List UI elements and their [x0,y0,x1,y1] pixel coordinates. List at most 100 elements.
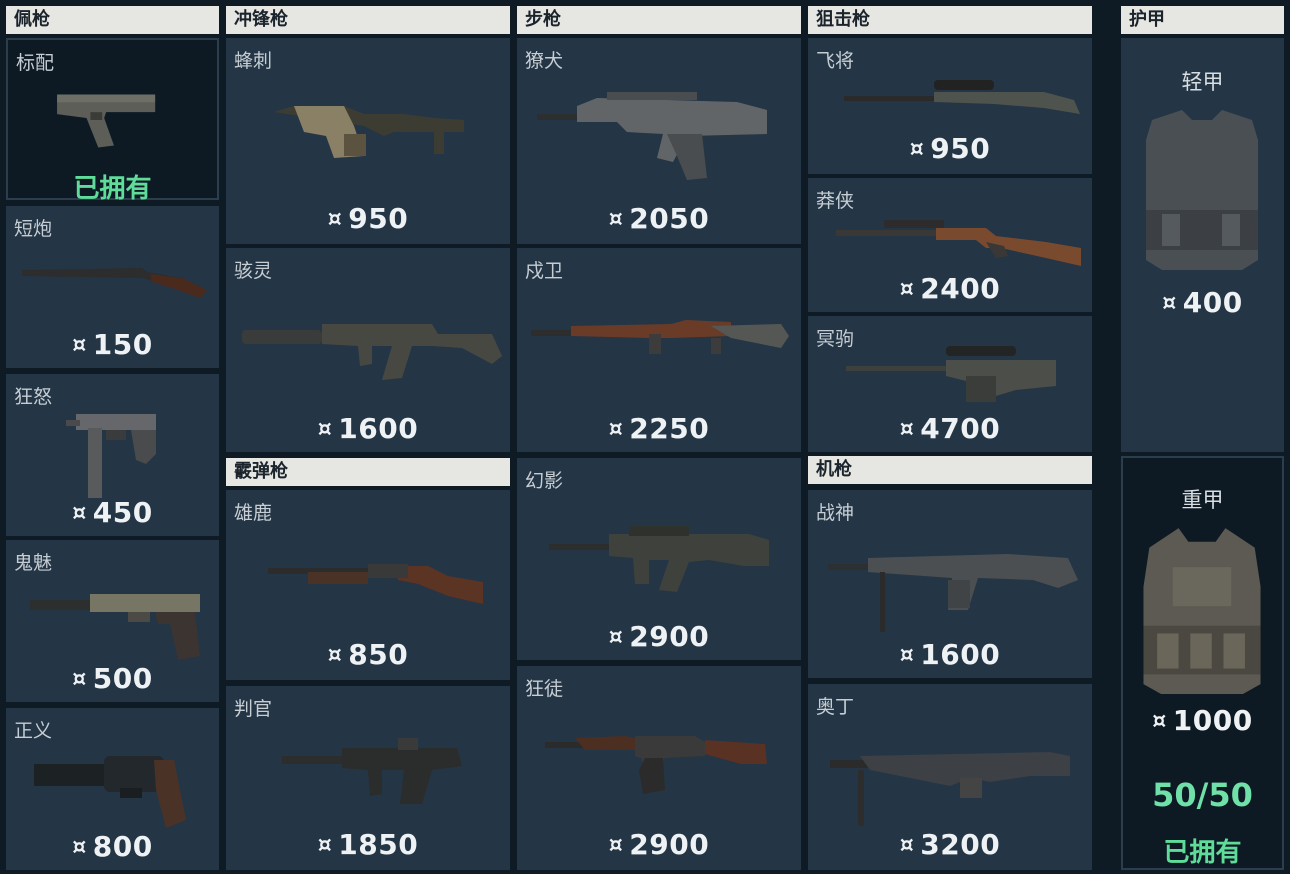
weapon-card-bulldog[interactable]: 獠犬 ¤ 2050 [517,38,801,244]
currency-icon: ¤ [608,625,624,650]
currency-icon: ¤ [72,501,87,526]
scout-sniper-icon [844,80,1080,114]
category-header-rifles: 步枪 [517,6,801,34]
pump-shotgun-icon [268,564,483,604]
weapon-card-sheriff[interactable]: 正义 ¤ 800 [6,708,219,870]
category-header-smg: 冲锋枪 [226,6,510,34]
weapon-name: 标配 [16,52,55,74]
price-label: ¤ 150 [72,328,153,361]
weapon-name: 莽侠 [816,190,855,212]
machine-pistol-icon [66,414,156,498]
weapon-card-bucky[interactable]: 雄鹿 ¤ 850 [226,490,510,680]
weapon-name: 判官 [234,698,273,720]
weapon-card-stinger[interactable]: 蜂刺 ¤ 950 [226,38,510,244]
pistol-icon [57,94,156,148]
price-label: ¤ 500 [72,662,153,695]
currency-icon: ¤ [72,333,87,358]
price-label: ¤ 2900 [608,828,710,861]
currency-icon: ¤ [72,835,87,860]
currency-icon: ¤ [608,833,624,858]
weapon-card-ghost[interactable]: 鬼魅 ¤ 500 [6,540,219,702]
price-label: ¤ 1600 [899,638,1001,671]
armor-name: 轻甲 [1181,70,1224,94]
light-vest-icon [1146,110,1258,270]
currency-icon: ¤ [899,417,915,442]
weapon-name: 戍卫 [525,260,564,282]
weapon-card-ares[interactable]: 战神 ¤ 1600 [808,490,1092,678]
weapon-name: 雄鹿 [234,502,273,524]
lmg-icon [828,554,1078,632]
weapon-name: 骇灵 [234,260,273,282]
weapon-name: 飞将 [816,50,855,72]
price-label: ¤ 1000 [1152,704,1253,737]
weapon-card-outlaw[interactable]: 莽侠 ¤ 2400 [808,178,1092,312]
price-label: ¤ 400 [1162,286,1243,319]
weapon-name: 蜂刺 [234,50,273,72]
heavy-vest-icon [1143,528,1261,694]
category-header-shotguns: 霰弹枪 [226,458,510,486]
currency-icon: ¤ [608,207,624,232]
currency-icon: ¤ [327,643,343,668]
owned-label: 已拥有 [73,174,152,204]
price-label: ¤ 2400 [899,272,1001,305]
price-label: ¤ 2250 [608,412,710,445]
weapon-card-odin[interactable]: 奥丁 ¤ 3200 [808,684,1092,870]
weapon-card-spectre[interactable]: 骇灵 ¤ 1600 [226,248,510,452]
auto-shotgun-icon [282,738,462,804]
price-label: ¤ 450 [72,496,153,529]
category-header-mg: 机枪 [808,456,1092,484]
armor-count: 50/50 [1152,776,1253,814]
armor-card-heavy[interactable]: 重甲 ¤ 1000 50/50 已拥有 [1121,456,1284,870]
currency-icon: ¤ [327,207,343,232]
weapon-card-frenzy[interactable]: 狂怒 ¤ 450 [6,374,219,536]
weapon-card-pistol-standard[interactable]: 标配 已拥有 [6,38,219,204]
price-label: ¤ 950 [327,202,409,235]
price-label: ¤ 850 [327,638,409,671]
weapon-name: 鬼魅 [14,552,53,574]
weapon-card-vandal[interactable]: 狂徒 ¤ 2900 [517,666,801,870]
armor-name: 重甲 [1181,488,1224,512]
bullpup-rifle-icon [537,92,767,180]
marksman-rifle-icon [531,320,789,354]
weapon-card-shorty[interactable]: 短炮 ¤ 150 [6,206,219,368]
sawed-off-shotgun-icon [22,268,207,298]
owned-label: 已拥有 [1163,838,1242,868]
revolver-icon [34,756,186,828]
price-label: ¤ 1600 [317,412,419,445]
weapon-name: 狂徒 [525,678,564,700]
heavy-sniper-icon [846,346,1056,402]
lever-rifle-icon [836,220,1081,266]
weapon-name: 正义 [14,720,53,742]
ak-rifle-icon [545,736,767,794]
price-label: ¤ 3200 [899,828,1001,861]
heavy-mg-icon [830,752,1070,826]
currency-icon: ¤ [899,277,915,302]
weapon-name: 狂怒 [14,386,53,408]
weapon-card-guardian[interactable]: 戍卫 ¤ 2250 [517,248,801,452]
weapon-name: 幻影 [525,470,564,492]
category-header-pistols: 佩枪 [6,6,219,34]
currency-icon: ¤ [317,833,333,858]
weapon-card-phantom[interactable]: 幻影 ¤ 2900 [517,458,801,660]
category-header-armor: 护甲 [1121,6,1284,34]
assault-rifle-icon [549,526,769,592]
currency-icon: ¤ [317,417,333,442]
weapon-card-operator[interactable]: 冥驹 ¤ 4700 [808,316,1092,452]
price-label: ¤ 800 [72,830,153,863]
currency-icon: ¤ [899,833,915,858]
weapon-card-marshal[interactable]: 飞将 ¤ 950 [808,38,1092,174]
currency-icon: ¤ [1162,291,1177,316]
weapon-name: 战神 [816,502,855,524]
armor-card-light[interactable]: 轻甲 ¤ 400 [1121,38,1284,452]
currency-icon: ¤ [608,417,624,442]
category-header-snipers: 狙击枪 [808,6,1092,34]
currency-icon: ¤ [72,667,87,692]
weapon-name: 獠犬 [525,50,564,72]
currency-icon: ¤ [1152,709,1167,734]
currency-icon: ¤ [909,137,925,162]
price-label: ¤ 2050 [608,202,710,235]
suppressed-smg-icon [242,324,502,380]
weapon-name: 短炮 [14,218,53,240]
price-label: ¤ 1850 [317,828,419,861]
weapon-card-judge[interactable]: 判官 ¤ 1850 [226,686,510,870]
